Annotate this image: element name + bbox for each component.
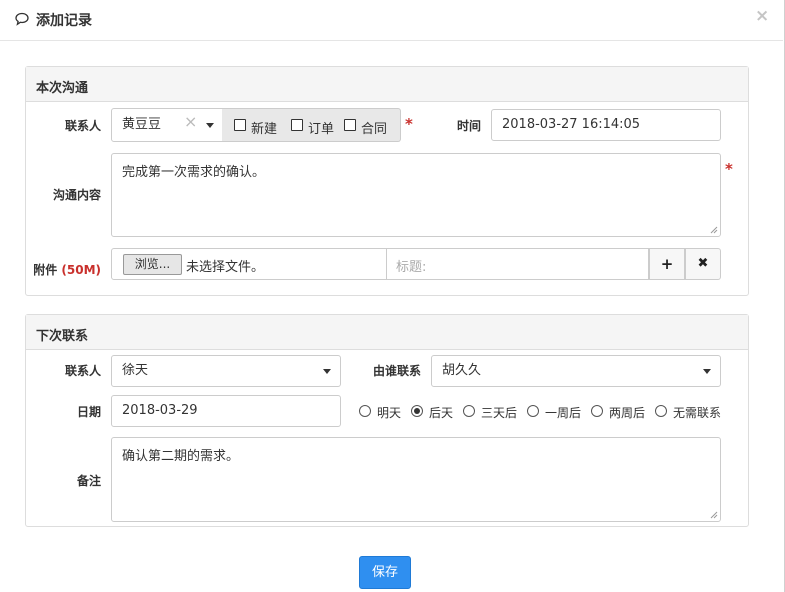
contact-value: 黄豆豆: [122, 117, 162, 132]
add-record-dialog: 添加记录 × 本次沟通 联系人 黄豆豆 × 新建 订单 合同 * 时间 2018…: [0, 0, 785, 592]
dialog-title: 添加记录: [36, 13, 92, 29]
date-input[interactable]: 2018-03-29: [111, 395, 341, 427]
next-contact-value: 徐天: [122, 363, 149, 378]
checkbox-contract-label: 合同: [361, 122, 388, 137]
required-mark-content: *: [725, 160, 733, 178]
contact-by-label: 由谁联系: [372, 364, 421, 378]
checkbox-new[interactable]: [234, 119, 246, 131]
content-textarea[interactable]: 完成第一次需求的确认。: [111, 153, 721, 237]
radio-day-after-label: 后天: [429, 406, 454, 420]
save-button[interactable]: 保存: [359, 556, 411, 589]
radio-one-week[interactable]: [527, 405, 539, 417]
attachment-label-text: 附件: [33, 263, 58, 277]
time-input[interactable]: 2018-03-27 16:14:05: [491, 109, 721, 141]
radio-three-days[interactable]: [463, 405, 475, 417]
checkbox-new-label: 新建: [251, 122, 278, 137]
radio-tomorrow-label: 明天: [377, 406, 402, 420]
radio-one-week-label: 一周后: [545, 406, 582, 420]
clear-icon[interactable]: ×: [184, 106, 197, 138]
comment-icon: [15, 12, 29, 26]
next-contact-heading: 下次联系: [26, 315, 748, 350]
resize-handle-icon[interactable]: [710, 511, 718, 519]
chevron-down-icon: [206, 123, 214, 128]
date-label: 日期: [76, 405, 101, 419]
note-value: 确认第二期的需求。: [122, 449, 240, 464]
current-communication-heading: 本次沟通: [26, 67, 748, 102]
browse-button[interactable]: 浏览...: [123, 254, 182, 275]
contact-by-value: 胡久久: [442, 363, 482, 378]
add-attachment-button[interactable]: +: [649, 248, 685, 280]
radio-two-weeks-label: 两周后: [609, 406, 646, 420]
required-mark: *: [405, 115, 413, 133]
checkbox-order[interactable]: [291, 119, 303, 131]
chevron-down-icon: [703, 369, 711, 374]
radio-tomorrow[interactable]: [359, 405, 371, 417]
attachment-field: 浏览... 未选择文件。 标题:: [111, 248, 649, 280]
close-icon[interactable]: ×: [755, 6, 769, 26]
contact-type-checkbox-group: 新建 订单 合同: [222, 108, 401, 142]
time-label: 时间: [456, 119, 481, 133]
content-label: 沟通内容: [52, 188, 101, 202]
attachment-title-input[interactable]: 标题:: [396, 256, 426, 275]
remove-attachment-button[interactable]: ✖: [685, 248, 721, 280]
radio-no-contact-label: 无需联系: [673, 406, 722, 420]
contact-by-select[interactable]: 胡久久: [431, 355, 721, 387]
contact-select[interactable]: 黄豆豆 ×: [111, 108, 223, 142]
field-divider: [386, 249, 387, 279]
radio-no-contact[interactable]: [655, 405, 667, 417]
dialog-header: 添加记录 ×: [0, 0, 783, 41]
next-contact-label: 联系人: [64, 364, 101, 378]
next-contact-select[interactable]: 徐天: [111, 355, 341, 387]
radio-day-after[interactable]: [411, 405, 423, 417]
attachment-limit: (50M): [61, 263, 101, 277]
attachment-label: 附件 (50M): [30, 261, 101, 278]
note-textarea[interactable]: 确认第二期的需求。: [111, 437, 721, 522]
content-value: 完成第一次需求的确认。: [122, 165, 266, 180]
resize-handle-icon[interactable]: [710, 226, 718, 234]
chevron-down-icon: [323, 369, 331, 374]
checkbox-order-label: 订单: [308, 122, 335, 137]
no-file-text: 未选择文件。: [186, 260, 265, 275]
radio-three-days-label: 三天后: [481, 406, 518, 420]
radio-two-weeks[interactable]: [591, 405, 603, 417]
contact-label: 联系人: [64, 119, 101, 133]
checkbox-contract[interactable]: [344, 119, 356, 131]
note-label: 备注: [76, 474, 101, 488]
